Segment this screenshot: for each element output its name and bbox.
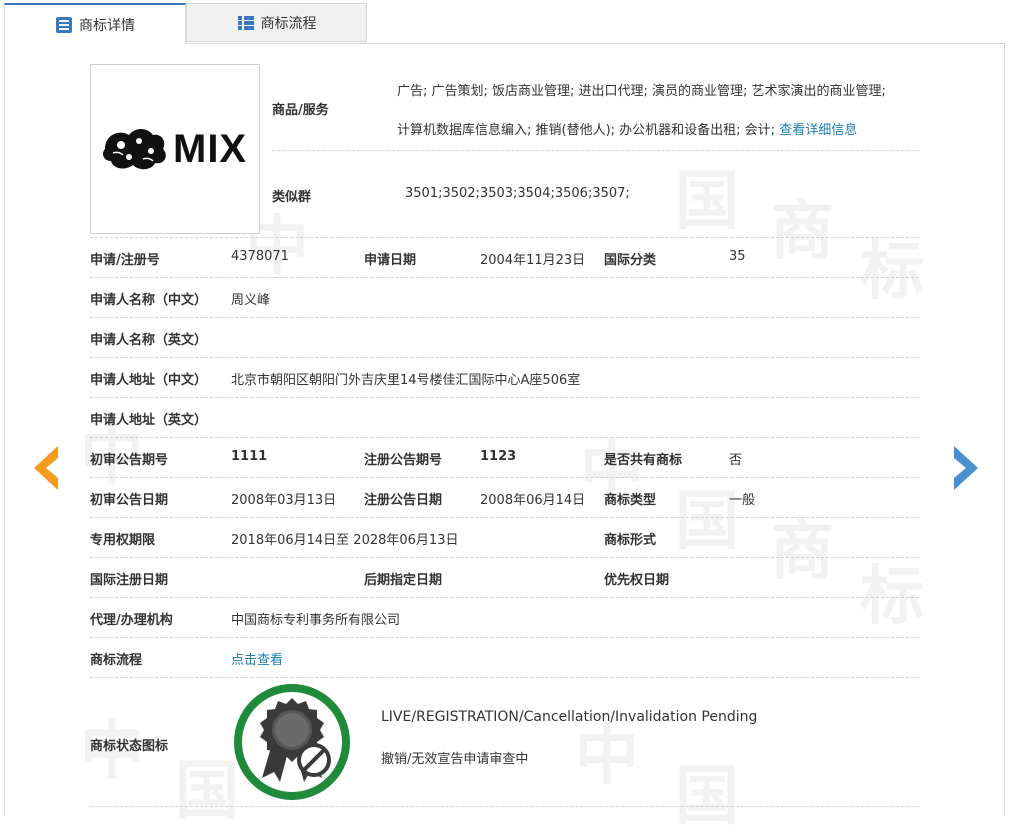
exclusive-period-value: 2018年06月14日至 2028年06月13日 <box>231 533 459 548</box>
international-class-value: 35 <box>729 249 746 264</box>
tab-label: 商标详情 <box>79 17 135 34</box>
registration-date-label: 注册公告日期 <box>364 493 443 508</box>
trademark-form-label: 商标形式 <box>604 533 657 548</box>
status-chinese: 撤销/无效宣告申请审查中 <box>381 752 529 767</box>
priority-date-label: 优先权日期 <box>604 573 670 588</box>
goods-services-line2: 计算机数据库信息编入; 推销(替他人); 办公机器和设备出租; 会计; <box>397 123 776 138</box>
view-process-link[interactable]: 点击查看 <box>231 649 283 668</box>
tab-bar: 商标详情 商标流程 <box>0 0 1012 44</box>
applicant-address-en-label: 申请人地址（英文） <box>90 413 208 428</box>
agency-label: 代理/办理机构 <box>90 613 173 628</box>
divider <box>90 437 919 438</box>
application-number-value: 4378071 <box>231 249 289 264</box>
trademark-image: MIX <box>90 64 260 234</box>
divider <box>90 477 919 478</box>
divider <box>90 517 919 518</box>
tab-trademark-details[interactable]: 商标详情 <box>4 3 186 44</box>
registration-date-value: 2008年06月14日 <box>480 493 586 508</box>
preliminary-date-label: 初审公告日期 <box>90 493 169 508</box>
divider <box>90 277 919 278</box>
goods-services-line2-row: 计算机数据库信息编入; 推销(替他人); 办公机器和设备出租; 会计; 查看详细… <box>397 119 857 138</box>
trademark-type-value: 一般 <box>729 493 756 508</box>
exclusive-period-label: 专用权期限 <box>90 533 156 548</box>
applicant-name-cn-label: 申请人名称（中文） <box>90 293 208 308</box>
divider <box>90 597 919 598</box>
applicant-address-cn-value: 北京市朝阳区朝阳门外吉庆里14号楼佳汇国际中心A座506室 <box>231 373 581 388</box>
registration-issue-label: 注册公告期号 <box>364 453 443 468</box>
tab-label: 商标流程 <box>260 15 317 32</box>
preliminary-issue-label: 初审公告期号 <box>90 453 169 468</box>
award-ribbon-prohibited-icon <box>234 684 350 800</box>
goods-services-label: 商品/服务 <box>272 103 329 118</box>
divider <box>90 317 919 318</box>
shared-trademark-label: 是否共有商标 <box>604 453 683 468</box>
divider <box>90 397 919 398</box>
preliminary-issue-value: 1111 <box>231 449 268 464</box>
divider <box>90 637 919 638</box>
status-icon-label: 商标状态图标 <box>90 739 169 754</box>
trademark-type-label: 商标类型 <box>604 493 657 508</box>
logo-text: MIX <box>173 127 248 171</box>
divider <box>90 237 919 238</box>
application-number-label: 申请/注册号 <box>90 253 160 268</box>
application-date-value: 2004年11月23日 <box>480 253 586 268</box>
grid-list-icon <box>237 15 254 30</box>
agency-value: 中国商标专利事务所有限公司 <box>231 613 401 628</box>
applicant-address-cn-label: 申请人地址（中文） <box>90 373 208 388</box>
tab-trademark-process[interactable]: 商标流程 <box>186 3 367 42</box>
similar-group-label: 类似群 <box>272 190 312 205</box>
divider <box>272 150 919 151</box>
divider <box>90 806 919 807</box>
goods-services-line1: 广告; 广告策划; 饭店商业管理; 进出口代理; 演员的商业管理; 艺术家演出的… <box>397 84 886 99</box>
similar-group-value: 3501;3502;3503;3504;3506;3507; <box>405 186 630 201</box>
registration-issue-value: 1123 <box>480 449 517 464</box>
preliminary-date-value: 2008年03月13日 <box>231 493 337 508</box>
divider <box>90 357 919 358</box>
divider <box>90 557 919 558</box>
applicant-name-cn-value: 周义峰 <box>231 293 271 308</box>
trademark-process-label: 商标流程 <box>90 653 143 668</box>
prev-arrow-icon[interactable] <box>24 444 60 492</box>
next-arrow-icon[interactable] <box>952 444 988 492</box>
view-details-link[interactable]: 查看详细信息 <box>779 123 857 138</box>
list-detail-icon <box>56 16 72 33</box>
application-date-label: 申请日期 <box>364 253 417 268</box>
shared-trademark-value: 否 <box>729 453 743 468</box>
subsequent-designation-label: 后期指定日期 <box>364 573 443 588</box>
dragon-mark-icon <box>103 129 166 170</box>
intl-registration-date-label: 国际注册日期 <box>90 573 169 588</box>
divider <box>90 677 919 678</box>
international-class-label: 国际分类 <box>604 253 657 268</box>
status-english: LIVE/REGISTRATION/Cancellation/Invalidat… <box>381 709 758 725</box>
applicant-name-en-label: 申请人名称（英文） <box>90 333 208 348</box>
